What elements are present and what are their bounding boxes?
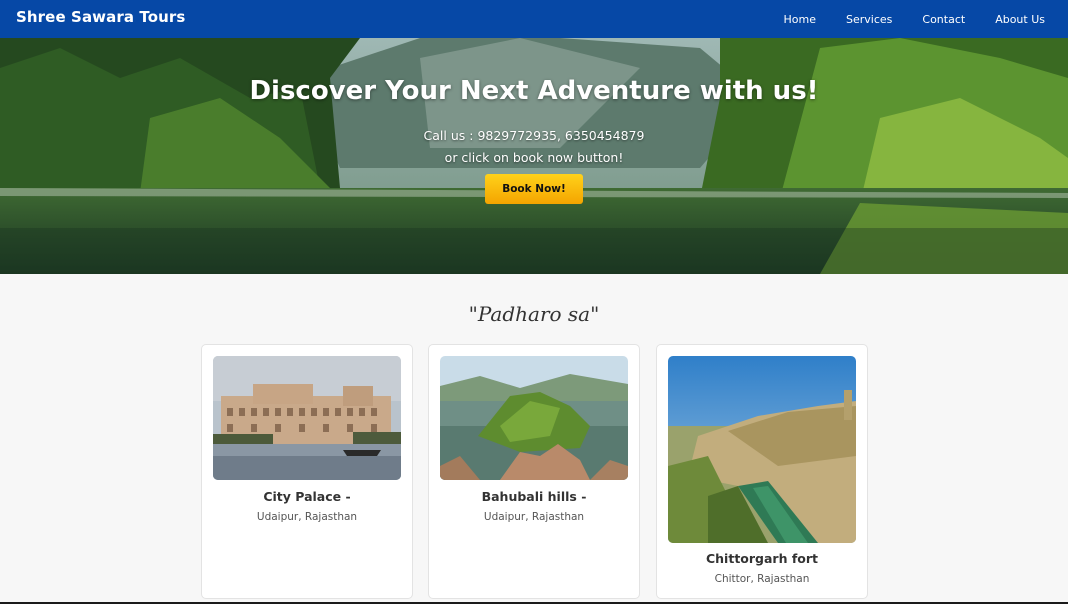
place-title: City Palace - [263, 489, 351, 504]
place-location: Chittor, Rajasthan [714, 573, 810, 585]
book-now-button[interactable]: Book Now! [485, 174, 583, 204]
place-location: Udaipur, Rajasthan [483, 511, 585, 523]
nav-links: Home Services Contact About Us [784, 0, 1068, 38]
hero-title: Discover Your Next Adventure with us! [249, 76, 819, 106]
place-title: Chittorgarh fort [705, 551, 819, 566]
nav-link-contact[interactable]: Contact [922, 13, 965, 26]
bahubali-hills-photo [440, 356, 628, 480]
nav-link-about-us[interactable]: About Us [995, 13, 1045, 26]
brand-logo-text[interactable]: Shree Sawara Tours [16, 8, 185, 26]
nav-link-services[interactable]: Services [846, 13, 892, 26]
hero-sub-line: or click on book now button! [444, 150, 624, 165]
hero-phone-line: Call us : 9829772935, 6350454879 [423, 128, 645, 143]
place-location: Udaipur, Rajasthan [256, 511, 358, 523]
place-title: Bahubali hills - [481, 489, 587, 504]
city-palace-photo [213, 356, 401, 480]
navbar: Shree Sawara Tours Home Services Contact… [0, 0, 1068, 38]
place-card-bahubali-hills[interactable]: Bahubali hills - Udaipur, Rajasthan [428, 344, 640, 599]
place-card-city-palace[interactable]: City Palace - Udaipur, Rajasthan [201, 344, 413, 599]
place-card-chittorgarh-fort[interactable]: Chittorgarh fort Chittor, Rajasthan [656, 344, 868, 599]
chittorgarh-fort-photo [668, 356, 856, 543]
hero-banner: Discover Your Next Adventure with us! Ca… [0, 38, 1068, 274]
nav-link-home[interactable]: Home [784, 13, 816, 26]
welcome-heading: "Padharo sa" [468, 302, 600, 326]
